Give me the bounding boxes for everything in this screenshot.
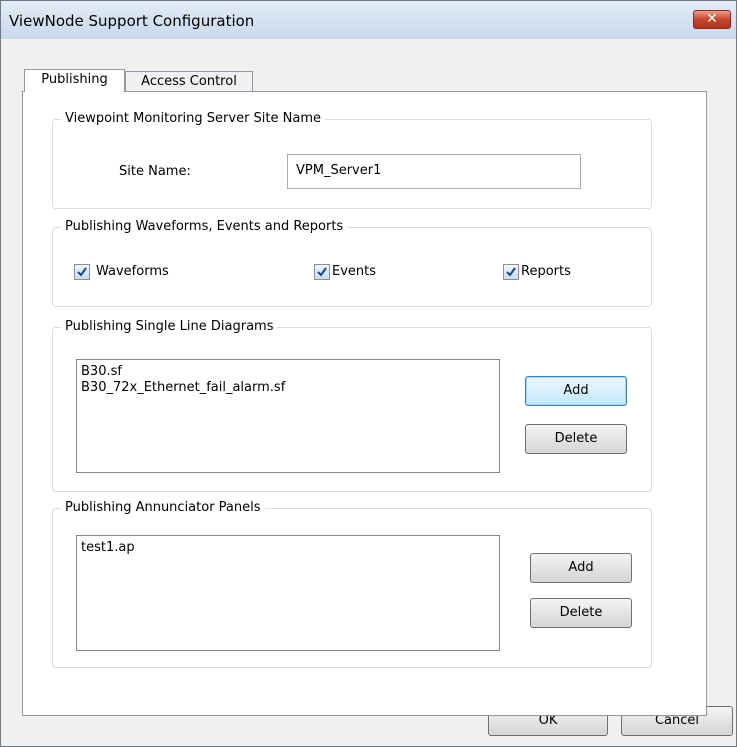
single-line-diagrams-group-title: Publishing Single Line Diagrams xyxy=(61,319,278,334)
list-item[interactable]: test1.ap xyxy=(81,540,499,556)
annunciator-panels-list[interactable]: test1.ap xyxy=(76,535,500,651)
single-line-diagrams-list[interactable]: B30.sf B30_72x_Ethernet_fail_alarm.sf xyxy=(76,359,500,473)
tab-publishing-label: Publishing xyxy=(41,72,108,87)
close-icon: ✕ xyxy=(706,11,718,27)
tab-panel-publishing: Viewpoint Monitoring Server Site Name Si… xyxy=(22,91,707,716)
checkmark-icon xyxy=(77,267,87,277)
checkmark-icon xyxy=(506,267,516,277)
site-name-group-title: Viewpoint Monitoring Server Site Name xyxy=(61,111,325,126)
waveforms-checkbox[interactable] xyxy=(74,264,90,280)
site-name-group: Viewpoint Monitoring Server Site Name Si… xyxy=(52,111,652,209)
publishing-waveforms-group-title: Publishing Waveforms, Events and Reports xyxy=(61,219,348,234)
checkmark-icon xyxy=(317,267,327,277)
waveforms-label: Waveforms xyxy=(96,264,169,279)
close-button[interactable]: ✕ xyxy=(693,10,731,29)
list-item[interactable]: B30.sf xyxy=(81,364,499,380)
site-name-label: Site Name: xyxy=(119,164,191,179)
reports-checkbox[interactable] xyxy=(503,264,519,280)
events-label: Events xyxy=(332,264,377,279)
delete-diagram-button[interactable]: Delete xyxy=(525,424,627,454)
add-panel-button[interactable]: Add xyxy=(530,553,632,583)
publishing-waveforms-group: Publishing Waveforms, Events and Reports… xyxy=(52,219,652,307)
dialog-window: ViewNode Support Configuration ✕ Publish… xyxy=(0,0,737,747)
delete-panel-button[interactable]: Delete xyxy=(530,598,632,628)
annunciator-panels-group: Publishing Annunciator Panels test1.ap A… xyxy=(52,500,652,668)
annunciator-panels-group-title: Publishing Annunciator Panels xyxy=(61,500,265,515)
list-item[interactable]: B30_72x_Ethernet_fail_alarm.sf xyxy=(81,380,499,396)
title-bar: ViewNode Support Configuration ✕ xyxy=(1,1,736,39)
site-name-input[interactable]: VPM_Server1 xyxy=(287,154,581,189)
tab-access-control[interactable]: Access Control xyxy=(125,71,253,92)
window-title: ViewNode Support Configuration xyxy=(9,12,255,30)
tab-access-control-label: Access Control xyxy=(141,74,237,89)
single-line-diagrams-group: Publishing Single Line Diagrams B30.sf B… xyxy=(52,319,652,492)
events-checkbox[interactable] xyxy=(314,264,330,280)
tab-publishing[interactable]: Publishing xyxy=(24,69,125,92)
add-diagram-button[interactable]: Add xyxy=(525,376,627,406)
reports-label: Reports xyxy=(521,264,571,279)
